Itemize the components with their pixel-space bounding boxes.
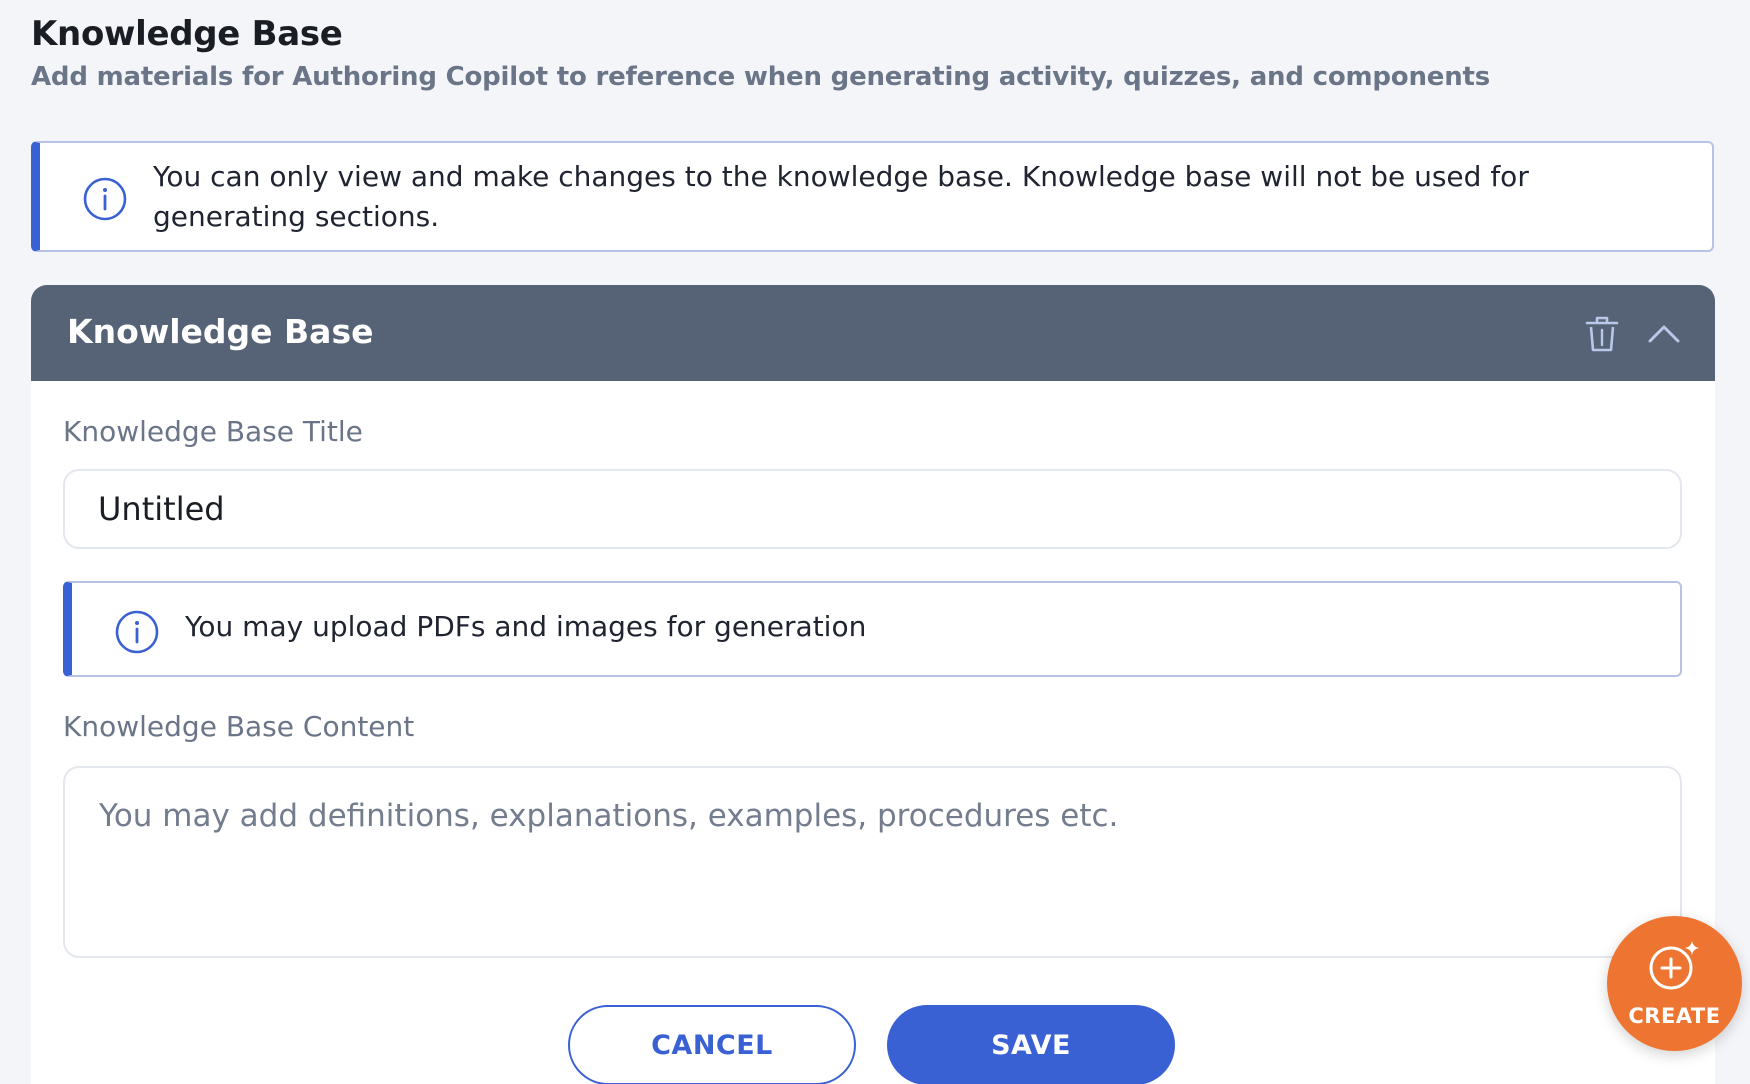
card-header[interactable]: Knowledge Base [31, 285, 1715, 381]
create-fab-button[interactable]: CREATE [1607, 916, 1742, 1051]
upload-notice: You may upload PDFs and images for gener… [63, 581, 1682, 677]
chevron-up-icon[interactable] [1644, 315, 1684, 351]
trash-icon[interactable] [1583, 314, 1621, 354]
info-icon [115, 610, 159, 654]
content-field-label: Knowledge Base Content [63, 710, 415, 743]
page-subtitle: Add materials for Authoring Copilot to r… [31, 62, 1491, 92]
info-icon [83, 177, 127, 221]
save-button[interactable]: SAVE [887, 1005, 1175, 1084]
content-textarea[interactable] [63, 766, 1682, 958]
card-title: Knowledge Base [67, 312, 374, 351]
plus-sparkle-icon [1649, 941, 1699, 990]
upload-notice-text: You may upload PDFs and images for gener… [185, 610, 867, 643]
knowledge-base-card: Knowledge Base Knowledge Base Title You … [31, 285, 1715, 1084]
notice-text: You can only view and make changes to th… [153, 160, 1529, 233]
cancel-button[interactable]: CANCEL [568, 1005, 856, 1084]
fab-label: CREATE [1628, 1004, 1721, 1028]
view-only-notice: You can only view and make changes to th… [31, 141, 1714, 252]
title-field-label: Knowledge Base Title [63, 415, 363, 448]
title-input[interactable] [63, 469, 1682, 549]
knowledge-base-page: Knowledge Base Add materials for Authori… [0, 0, 1750, 1084]
page-title: Knowledge Base [31, 14, 343, 54]
